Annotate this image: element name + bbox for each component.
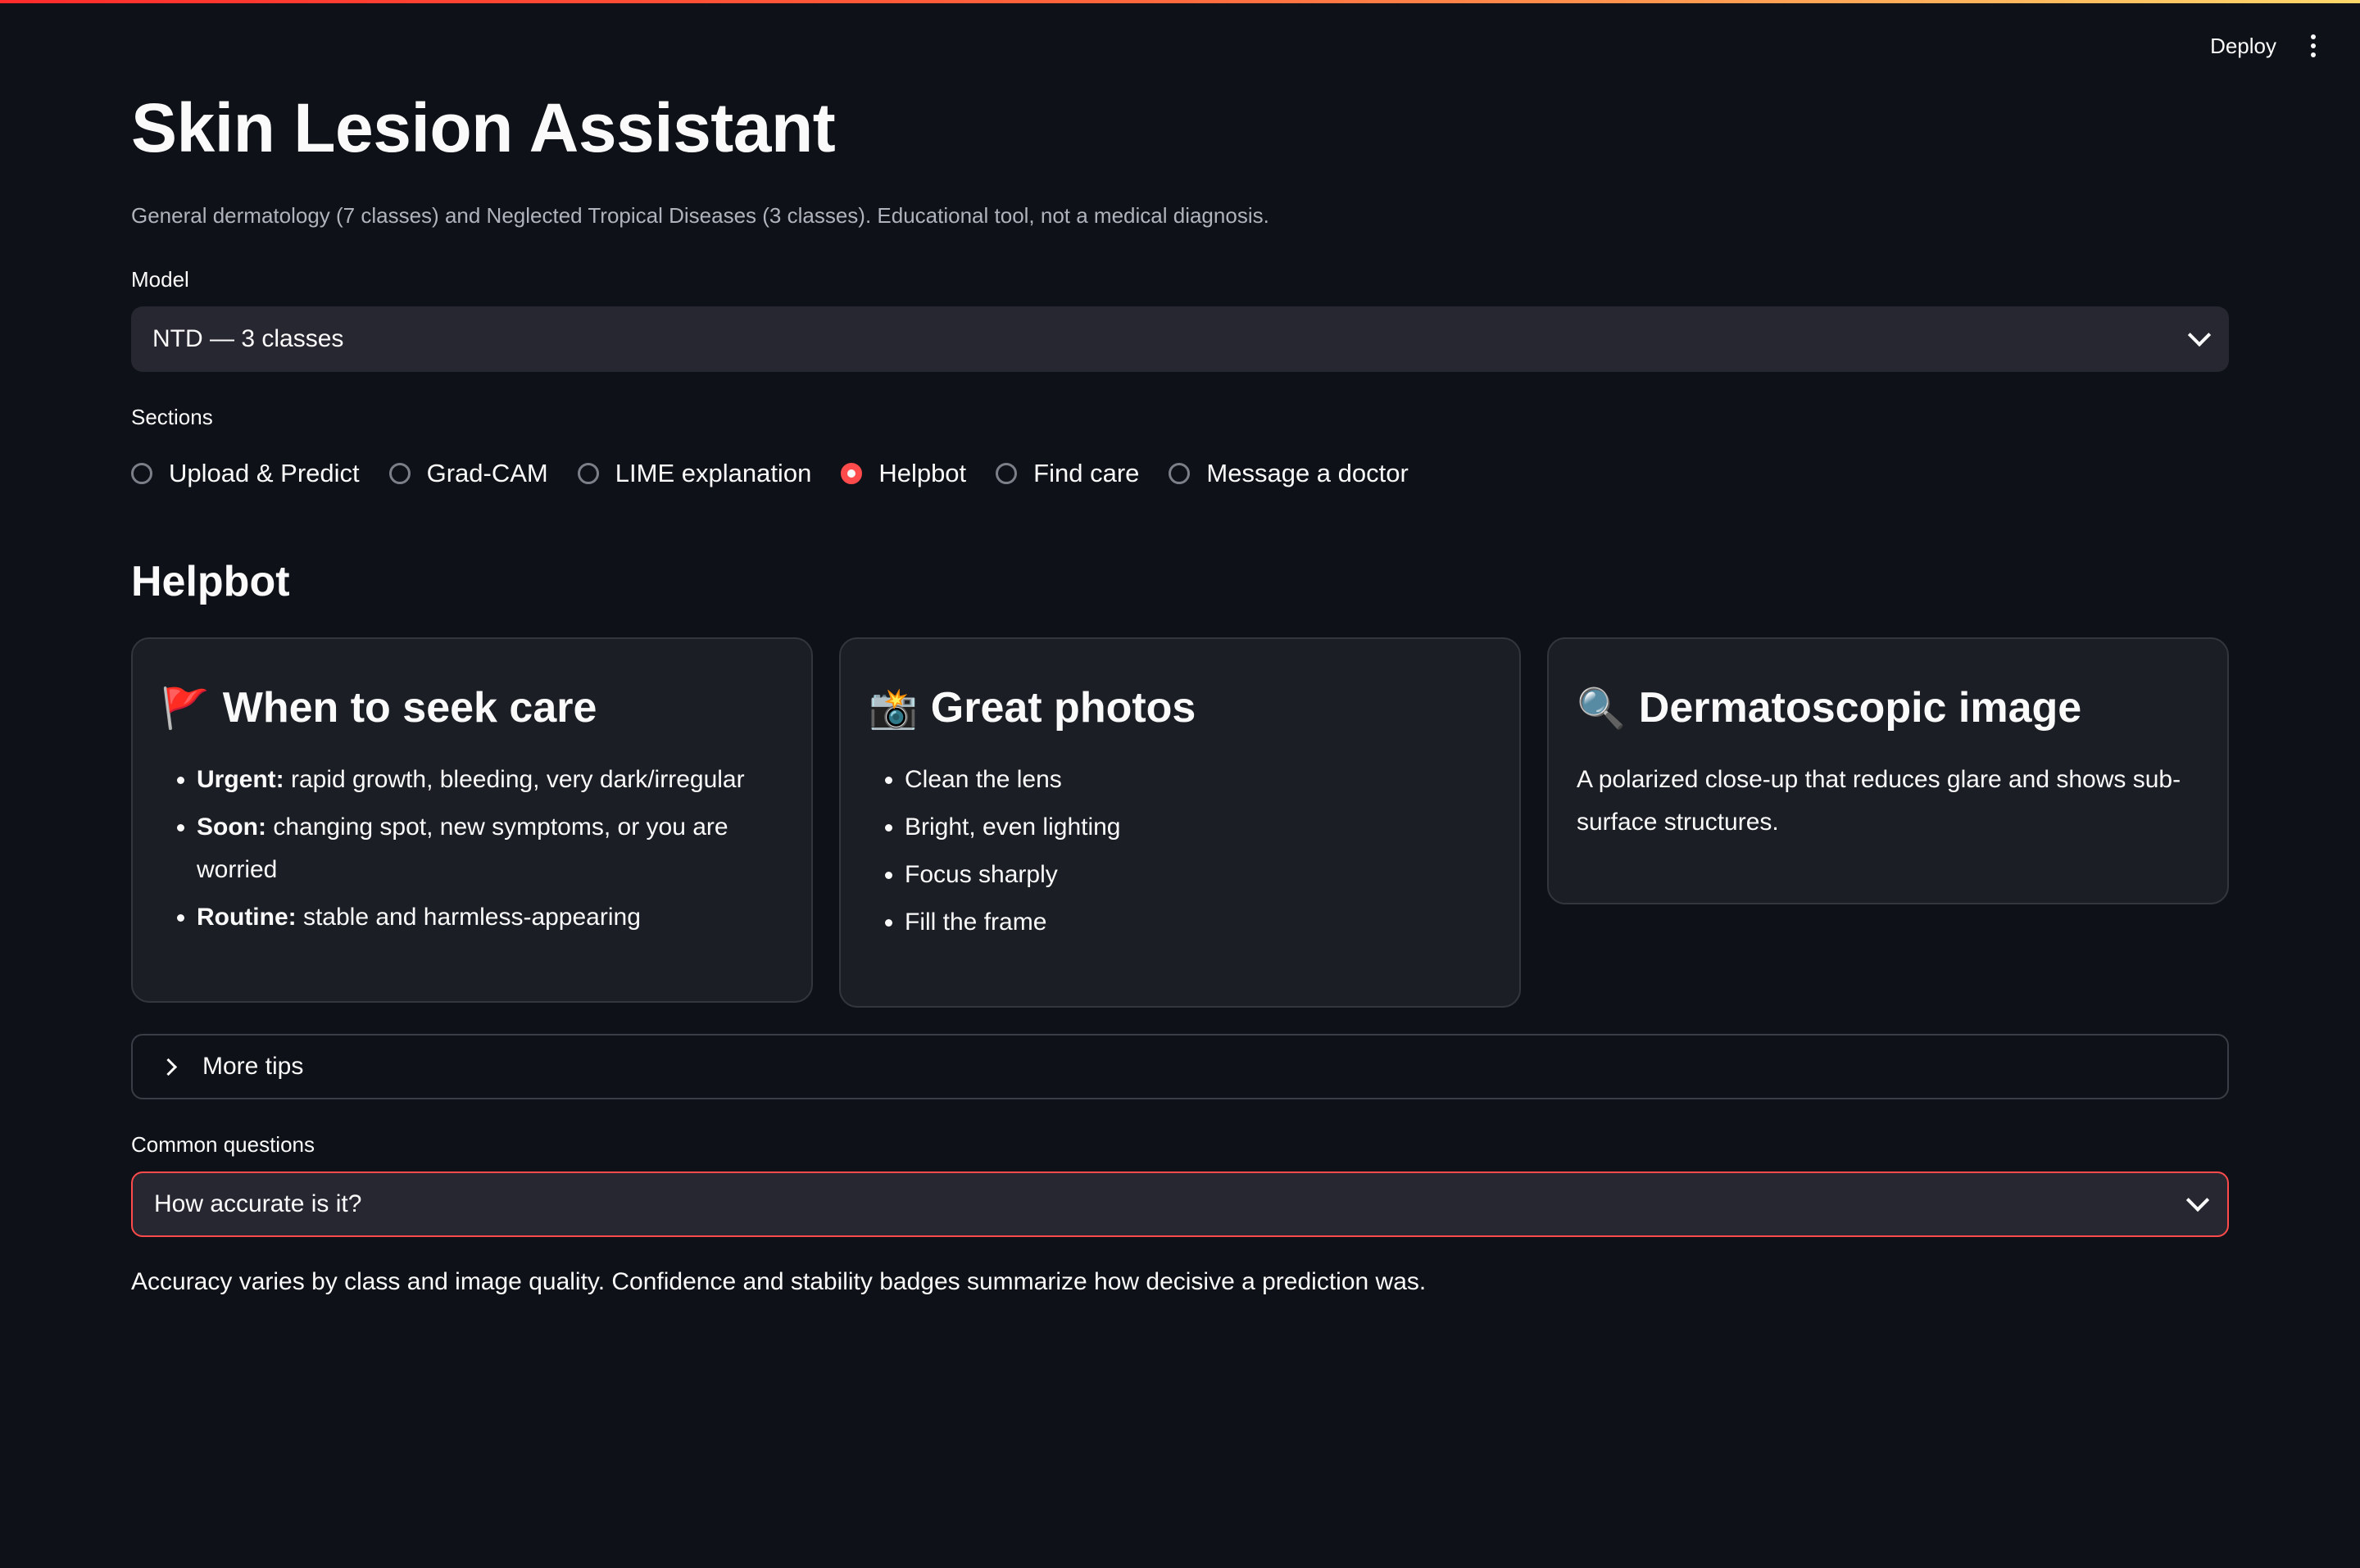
list-item: Bright, even lighting <box>905 806 1491 849</box>
card-title: 🚩 When to seek care <box>161 683 783 732</box>
list-item: Urgent: rapid growth, bleeding, very dar… <box>197 759 783 801</box>
radio-circle-icon <box>996 463 1018 484</box>
radio-label: Find care <box>1033 459 1140 487</box>
item-text: rapid growth, bleeding, very dark/irregu… <box>284 766 745 793</box>
model-select[interactable]: NTD — 3 classes <box>131 306 2229 372</box>
radio-circle-icon <box>131 463 152 484</box>
radio-label: Helpbot <box>878 459 967 487</box>
chevron-right-icon <box>159 1058 178 1076</box>
item-text: stable and harmless-appearing <box>296 904 641 931</box>
model-label: Model <box>131 267 189 292</box>
expander-label: More tips <box>202 1053 304 1080</box>
item-label: Soon: <box>197 813 266 841</box>
page-title: Skin Lesion Assistant <box>131 89 836 166</box>
card-great-photos: 📸 Great photos Clean the lens Bright, ev… <box>839 637 1521 1008</box>
chevron-down-icon <box>2185 1188 2210 1212</box>
card-when-to-seek-care: 🚩 When to seek care Urgent: rapid growth… <box>131 637 813 1003</box>
radio-circle-icon <box>1169 463 1191 484</box>
radio-upload-predict[interactable]: Upload & Predict <box>131 459 360 488</box>
card-title: 📸 Great photos <box>869 683 1491 732</box>
list-item: Fill the frame <box>905 901 1491 944</box>
question-answer: Accuracy varies by class and image quali… <box>131 1268 1427 1295</box>
radio-circle-icon <box>388 463 411 484</box>
radio-label: Upload & Predict <box>169 459 360 487</box>
magnifier-icon: 🔍 <box>1577 687 1626 731</box>
common-questions-label: Common questions <box>131 1132 315 1157</box>
radio-message-doctor[interactable]: Message a doctor <box>1169 459 1409 488</box>
radio-find-care[interactable]: Find care <box>996 459 1139 488</box>
radio-label: Grad-CAM <box>426 459 548 487</box>
radio-helpbot[interactable]: Helpbot <box>841 459 966 488</box>
card-description: A polarized close-up that reduces glare … <box>1577 766 2181 836</box>
card-title-text: When to seek care <box>222 684 597 732</box>
radio-label: Message a doctor <box>1206 459 1409 487</box>
radio-circle-icon <box>577 463 599 484</box>
item-label: Routine: <box>197 904 297 931</box>
more-tips-expander[interactable]: More tips <box>131 1034 2229 1099</box>
card-title-text: Dermatoscopic image <box>1638 684 2082 732</box>
sections-radio-group: Upload & Predict Grad-CAM LIME explanati… <box>131 459 1438 488</box>
list-item: Clean the lens <box>905 759 1491 801</box>
radio-grad-cam[interactable]: Grad-CAM <box>388 459 548 488</box>
page-subtitle: General dermatology (7 classes) and Negl… <box>131 203 1269 228</box>
list-item: Routine: stable and harmless-appearing <box>197 896 783 939</box>
common-questions-select[interactable]: How accurate is it? <box>131 1171 2229 1237</box>
photo-tips-list: Clean the lens Bright, even lighting Foc… <box>869 759 1491 944</box>
care-list: Urgent: rapid growth, bleeding, very dar… <box>161 759 783 939</box>
question-select-value: How accurate is it? <box>154 1190 362 1217</box>
item-text: changing spot, new symptoms, or you are … <box>197 813 728 883</box>
deploy-button[interactable]: Deploy <box>2210 34 2276 59</box>
list-item: Soon: changing spot, new symptoms, or yo… <box>197 806 783 891</box>
radio-selected-icon <box>841 463 863 484</box>
header-actions: Deploy <box>2210 31 2321 61</box>
model-select-value: NTD — 3 classes <box>152 325 344 352</box>
radio-label: LIME explanation <box>615 459 812 487</box>
item-label: Urgent: <box>197 766 284 793</box>
card-title-text: Great photos <box>930 684 1196 732</box>
kebab-menu-icon[interactable] <box>2306 31 2321 61</box>
radio-lime-explanation[interactable]: LIME explanation <box>577 459 812 488</box>
chevron-down-icon <box>2187 323 2212 347</box>
helpbot-heading: Helpbot <box>131 558 290 605</box>
top-decoration-bar <box>0 0 2360 3</box>
sections-label: Sections <box>131 405 213 429</box>
red-flag-icon: 🚩 <box>161 687 210 731</box>
camera-flash-icon: 📸 <box>869 687 918 731</box>
list-item: Focus sharply <box>905 854 1491 896</box>
card-dermatoscopic-image: 🔍 Dermatoscopic image A polarized close-… <box>1547 637 2229 904</box>
card-title: 🔍 Dermatoscopic image <box>1577 683 2199 732</box>
